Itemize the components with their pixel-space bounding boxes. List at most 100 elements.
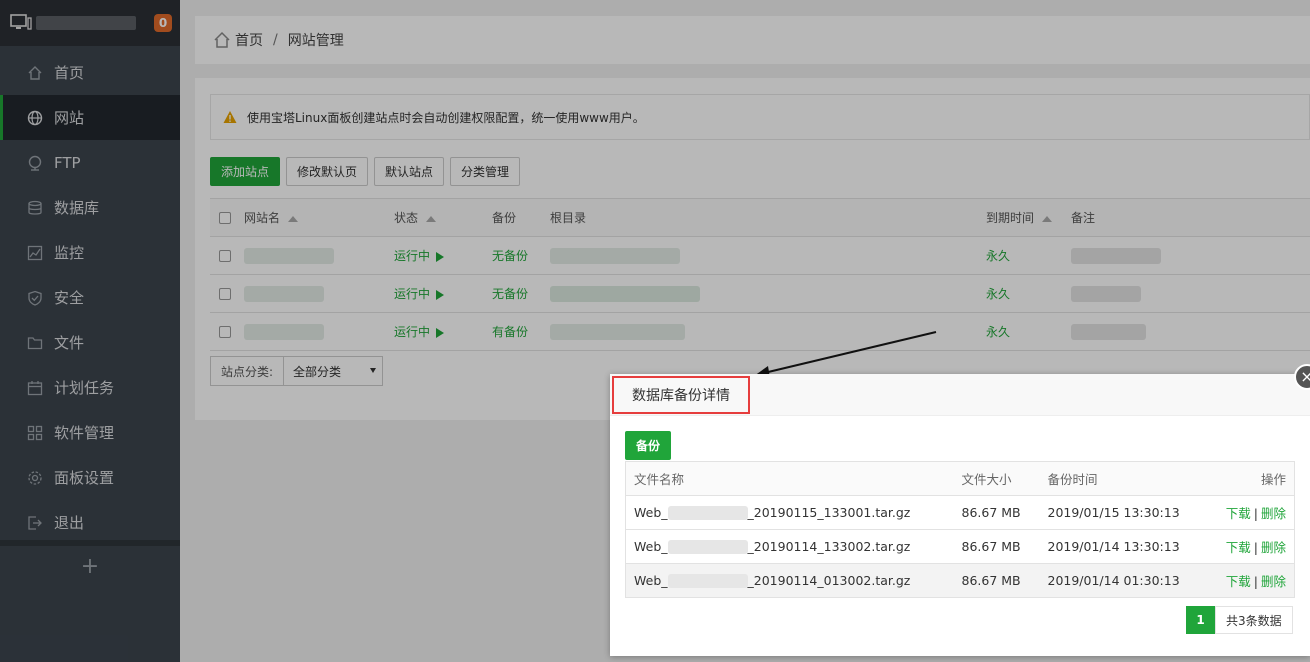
site-name-masked[interactable] bbox=[244, 247, 334, 264]
sidebar-item-label: 安全 bbox=[54, 289, 85, 307]
filename-suffix: _20190114_013002.tar.gz bbox=[747, 572, 911, 588]
backup-table: 文件名称 文件大小 备份时间 操作 Web_ _20190115_133001.t… bbox=[625, 461, 1295, 598]
row-checkbox[interactable] bbox=[219, 326, 231, 338]
delete-link[interactable]: 删除 bbox=[1261, 506, 1286, 521]
expire-value[interactable]: 永久 bbox=[986, 287, 1010, 301]
table-header-row: 文件名称 文件大小 备份时间 操作 bbox=[625, 461, 1295, 496]
sidebar-item-home[interactable]: 首页 bbox=[0, 50, 180, 95]
backup-link[interactable]: 无备份 bbox=[492, 249, 528, 263]
table-row: 运行中 无备份 永久 bbox=[210, 274, 1310, 313]
backup-link[interactable]: 有备份 bbox=[492, 325, 528, 339]
filename-prefix: Web_ bbox=[634, 504, 668, 520]
delete-link[interactable]: 删除 bbox=[1261, 540, 1286, 555]
sidebar-item-label: 面板设置 bbox=[54, 469, 115, 487]
root-path-masked[interactable] bbox=[550, 247, 680, 264]
sidebar-item-ftp[interactable]: FTP bbox=[0, 140, 180, 185]
col-expire[interactable]: 到期时间 bbox=[986, 211, 1034, 225]
col-filename: 文件名称 bbox=[634, 472, 685, 487]
backup-button[interactable]: 备份 bbox=[625, 431, 671, 460]
category-manage-button[interactable]: 分类管理 bbox=[450, 157, 521, 186]
edit-default-page-button[interactable]: 修改默认页 bbox=[286, 157, 369, 186]
default-site-button[interactable]: 默认站点 bbox=[374, 157, 445, 186]
row-checkbox[interactable] bbox=[219, 288, 231, 300]
note-masked[interactable] bbox=[1071, 285, 1141, 302]
sidebar-item-security[interactable]: 安全 bbox=[0, 275, 180, 320]
note-masked[interactable] bbox=[1071, 247, 1161, 264]
sidebar-item-label: 软件管理 bbox=[54, 424, 115, 442]
breadcrumb-home-link[interactable]: 首页 bbox=[235, 30, 263, 50]
sidebar-item-label: FTP bbox=[54, 153, 81, 172]
page-1-button[interactable]: 1 bbox=[1186, 606, 1215, 634]
expire-value[interactable]: 永久 bbox=[986, 325, 1010, 339]
play-icon[interactable] bbox=[436, 251, 445, 262]
toolbar: 添加站点 修改默认页 默认站点 分类管理 bbox=[210, 157, 521, 186]
sort-up-icon[interactable] bbox=[426, 215, 437, 222]
sort-up-icon[interactable] bbox=[1042, 215, 1053, 222]
download-link[interactable]: 下载 bbox=[1226, 574, 1251, 589]
category-filter: 站点分类: 全部分类 bbox=[210, 356, 384, 386]
status-running[interactable]: 运行中 bbox=[394, 287, 430, 301]
category-select[interactable]: 全部分类 bbox=[283, 356, 384, 386]
sidebar-item-files[interactable]: 文件 bbox=[0, 320, 180, 365]
site-name-masked[interactable] bbox=[244, 323, 324, 340]
sidebar-item-website[interactable]: 网站 bbox=[0, 95, 180, 140]
filename-prefix: Web_ bbox=[634, 572, 668, 588]
filename-prefix: Web_ bbox=[634, 538, 668, 554]
backup-link[interactable]: 无备份 bbox=[492, 287, 528, 301]
folder-icon bbox=[26, 334, 44, 352]
ftp-icon bbox=[26, 154, 44, 172]
add-shortcut-button[interactable]: + bbox=[0, 545, 180, 587]
file-size: 86.67 MB bbox=[961, 573, 1021, 588]
modal-title: 数据库备份详情 bbox=[612, 376, 750, 414]
play-icon[interactable] bbox=[436, 327, 445, 338]
notice-text: 使用宝塔Linux面板创建站点时会自动创建权限配置，统一使用www用户。 bbox=[247, 110, 645, 125]
expire-value[interactable]: 永久 bbox=[986, 249, 1010, 263]
database-icon bbox=[26, 199, 44, 217]
sort-up-icon[interactable] bbox=[288, 215, 299, 222]
add-site-button[interactable]: 添加站点 bbox=[210, 157, 281, 186]
gear-icon bbox=[26, 469, 44, 487]
col-backup: 备份 bbox=[492, 211, 517, 225]
table-row: Web_ _20190115_133001.tar.gz 86.67 MB 201… bbox=[625, 495, 1295, 530]
sidebar-item-cron[interactable]: 计划任务 bbox=[0, 365, 180, 410]
sidebar-item-logout[interactable]: 退出 bbox=[0, 500, 180, 545]
status-running[interactable]: 运行中 bbox=[394, 325, 430, 339]
op-separator: | bbox=[1253, 540, 1258, 555]
status-running[interactable]: 运行中 bbox=[394, 249, 430, 263]
play-icon[interactable] bbox=[436, 289, 445, 300]
root-path-masked[interactable] bbox=[550, 285, 700, 302]
root-path-masked[interactable] bbox=[550, 323, 685, 340]
select-all-checkbox[interactable] bbox=[219, 212, 231, 224]
category-label: 站点分类: bbox=[210, 356, 284, 386]
delete-link[interactable]: 删除 bbox=[1261, 574, 1286, 589]
sidebar-item-label: 退出 bbox=[54, 514, 85, 532]
download-link[interactable]: 下载 bbox=[1226, 540, 1251, 555]
table-header-row: 网站名 状态 备份 根目录 到期时间 备注 bbox=[210, 198, 1310, 237]
backup-time: 2019/01/14 01:30:13 bbox=[1047, 573, 1180, 588]
shield-icon bbox=[26, 289, 44, 307]
sidebar: 0 首页 网站 FTP 数据库 监控 安全 文件 计划任务 软件管理 面板设置 … bbox=[0, 0, 180, 662]
sidebar-item-monitor[interactable]: 监控 bbox=[0, 230, 180, 275]
row-checkbox[interactable] bbox=[219, 250, 231, 262]
notification-badge[interactable]: 0 bbox=[154, 14, 172, 32]
backup-time: 2019/01/14 13:30:13 bbox=[1047, 539, 1180, 554]
sidebar-item-database[interactable]: 数据库 bbox=[0, 185, 180, 230]
op-separator: | bbox=[1253, 506, 1258, 521]
sidebar-item-settings[interactable]: 面板设置 bbox=[0, 455, 180, 500]
breadcrumb-separator: / bbox=[273, 32, 278, 48]
sidebar-item-label: 文件 bbox=[54, 334, 85, 352]
table-row: 运行中 无备份 永久 bbox=[210, 236, 1310, 275]
sidebar-item-label: 计划任务 bbox=[54, 379, 115, 397]
backup-time: 2019/01/15 13:30:13 bbox=[1047, 505, 1180, 520]
download-link[interactable]: 下载 bbox=[1226, 506, 1251, 521]
backup-details-modal: 数据库备份详情 × 备份 文件名称 文件大小 备份时间 操作 Web_ _2019… bbox=[610, 364, 1310, 656]
col-status[interactable]: 状态 bbox=[394, 211, 418, 225]
grid-icon bbox=[26, 424, 44, 442]
site-name-masked[interactable] bbox=[244, 285, 324, 302]
note-masked[interactable] bbox=[1071, 323, 1146, 340]
home-icon bbox=[26, 64, 44, 82]
col-site-name[interactable]: 网站名 bbox=[244, 211, 280, 225]
sidebar-item-software[interactable]: 软件管理 bbox=[0, 410, 180, 455]
filename-masked bbox=[667, 540, 748, 555]
filename-suffix: _20190114_133002.tar.gz bbox=[747, 538, 911, 554]
